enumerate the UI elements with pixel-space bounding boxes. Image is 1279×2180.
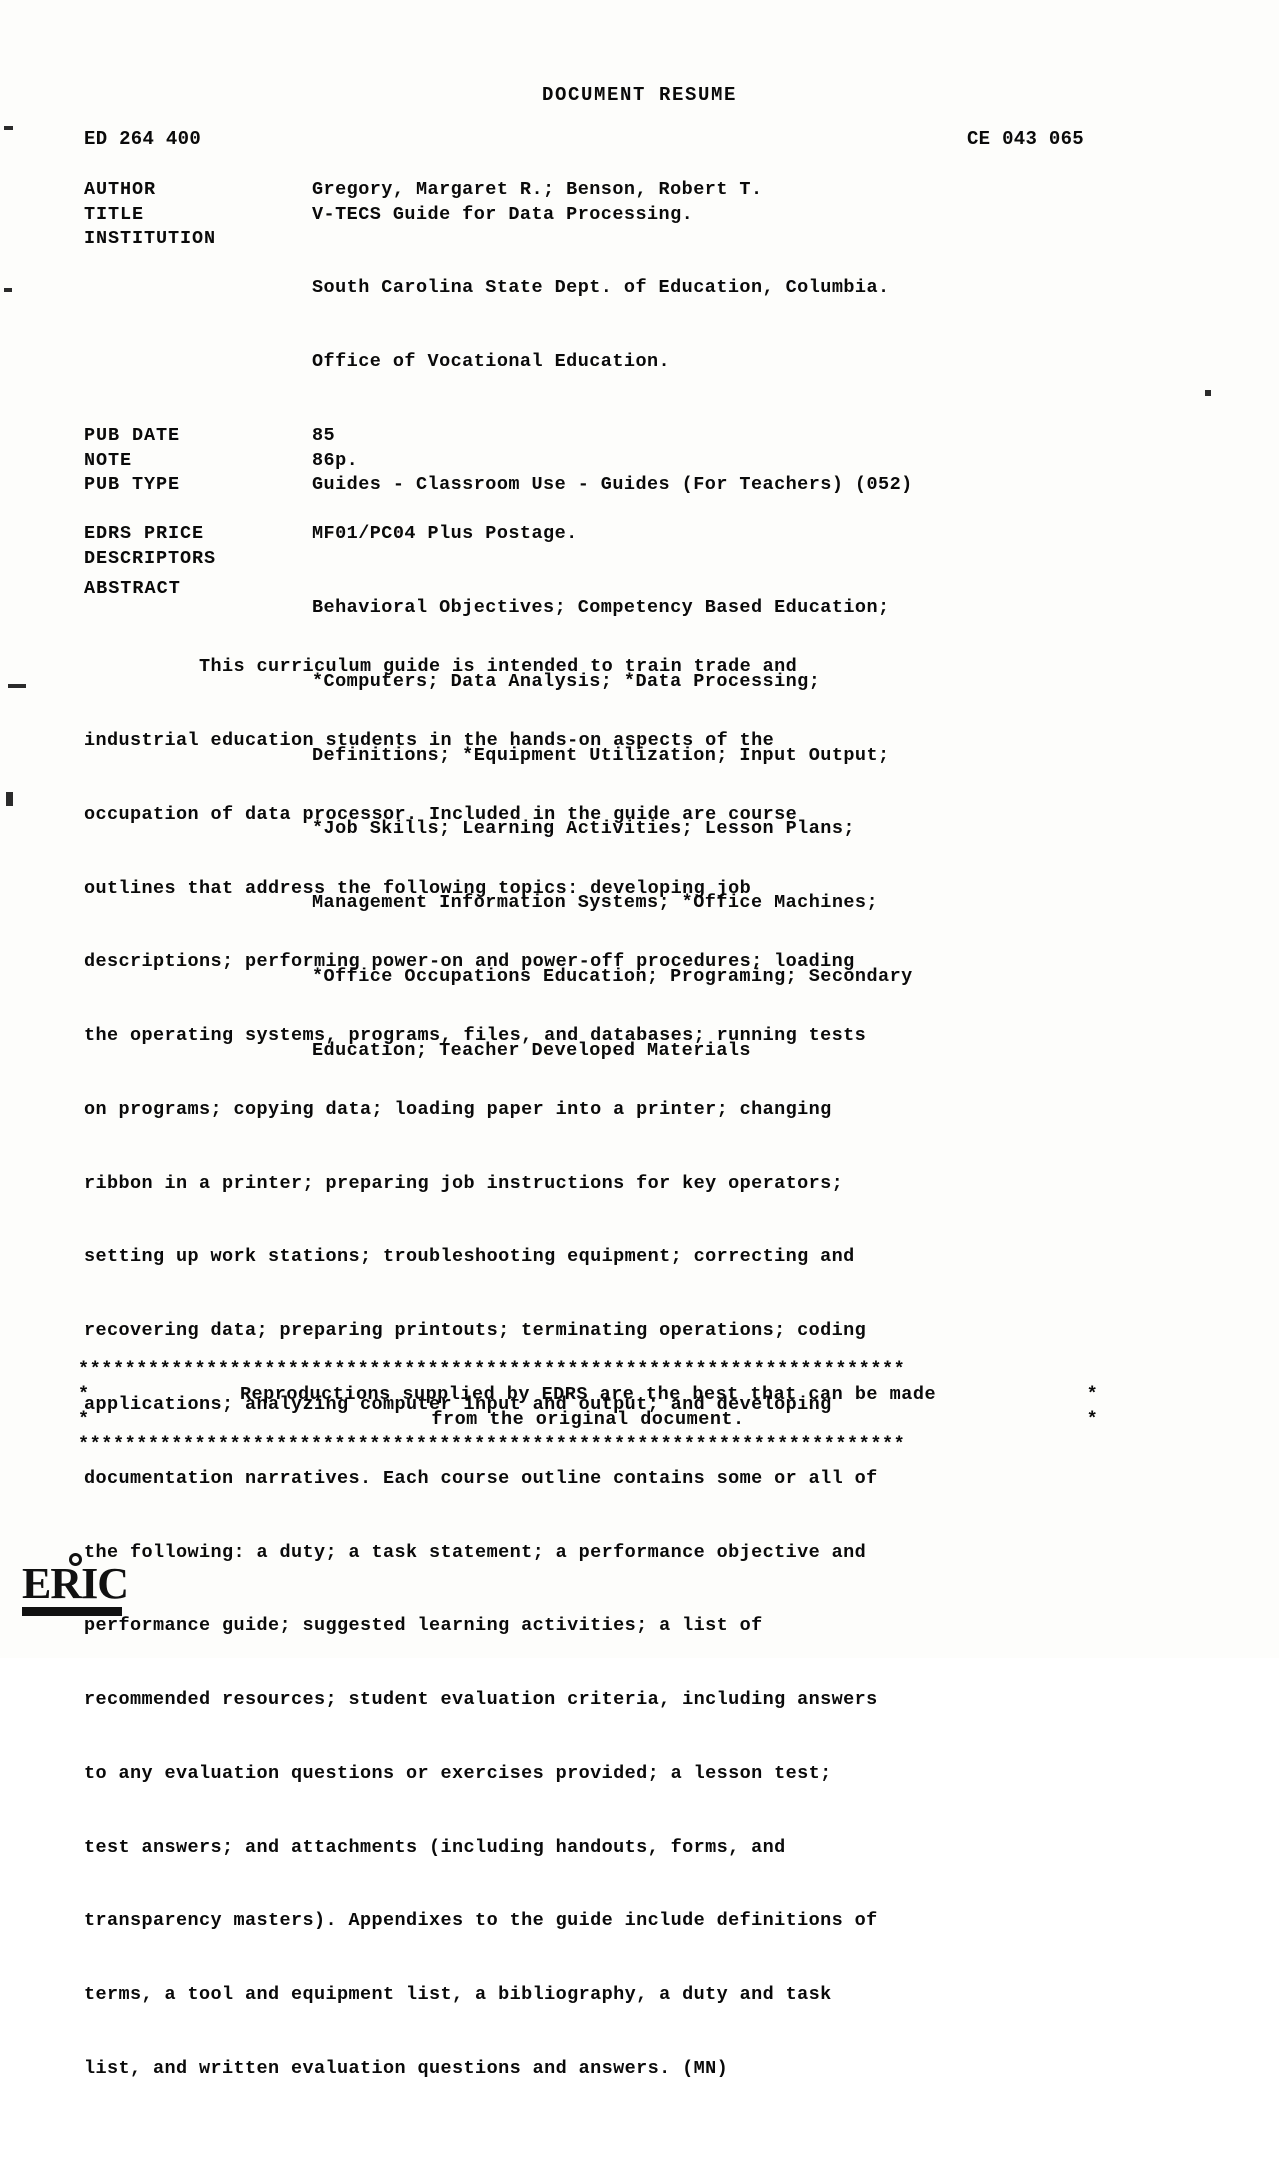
- metadata-value: Guides - Classroom Use - Guides (For Tea…: [312, 474, 913, 496]
- metadata-label: PUB DATE: [84, 424, 181, 446]
- metadata-label: AUTHOR: [84, 179, 157, 200]
- page-title: DOCUMENT RESUME: [541, 84, 738, 106]
- abstract-line: list, and written evaluation questions a…: [84, 2058, 729, 2080]
- abstract-line: ribbon in a printer; preparing job instr…: [84, 1172, 844, 1194]
- scan-artifact: [1205, 390, 1211, 396]
- asterisk-rule-top: ****************************************…: [78, 1359, 906, 1380]
- abstract-line: to any evaluation questions or exercises…: [84, 1762, 832, 1784]
- eric-logo-dot-icon: [69, 1553, 82, 1566]
- abstract-line: on programs; copying data; loading paper…: [84, 1098, 832, 1120]
- footer-text: from the original document.: [431, 1409, 745, 1430]
- asterisk-marker: *: [78, 1409, 90, 1430]
- abstract-line: terms, a tool and equipment list, a bibl…: [84, 1984, 832, 2006]
- footer-line-2: * from the original document. *: [78, 1407, 1098, 1432]
- abstract-line: industrial education students in the han…: [84, 729, 775, 751]
- metadata-value-line: Office of Vocational Education.: [312, 351, 671, 373]
- eric-logo-bar: [22, 1607, 122, 1616]
- metadata-label: DESCRIPTORS: [84, 547, 217, 569]
- metadata-value: South Carolina State Dept. of Education,…: [312, 227, 1094, 424]
- abstract-line: transparency masters). Appendixes to the…: [84, 1910, 878, 1932]
- edrs-footer: ****************************************…: [78, 1357, 1098, 1457]
- eric-logo-wrap: ERIC: [22, 1553, 130, 1616]
- metadata-row-author: AUTHOR Gregory, Margaret R.; Benson, Rob…: [84, 178, 1094, 203]
- abstract-line: performance guide; suggested learning ac…: [84, 1615, 763, 1637]
- metadata-value: MF01/PC04 Plus Postage.: [312, 523, 578, 545]
- abstract-line: test answers; and attachments (including…: [84, 1836, 786, 1858]
- abstract-line: occupation of data processor. Included i…: [84, 803, 798, 825]
- abstract-line: the following: a duty; a task statement;…: [84, 1541, 867, 1563]
- abstract-line: recovering data; preparing printouts; te…: [84, 1320, 867, 1342]
- scan-artifact: [8, 684, 26, 688]
- scan-artifact: [4, 288, 12, 292]
- abstract-line: outlines that address the following topi…: [84, 877, 752, 899]
- metadata-row-pub-date: PUB DATE 85: [84, 424, 1094, 449]
- document-page: DOCUMENT RESUME ED 264 400 CE 043 065 AU…: [0, 0, 1279, 2079]
- abstract-line: the operating systems, programs, files, …: [84, 1025, 867, 1047]
- asterisk-marker: *: [1086, 1384, 1098, 1405]
- abstract-line: recommended resources; student evaluatio…: [84, 1689, 878, 1711]
- ed-number: ED 264 400: [84, 128, 202, 150]
- metadata-label: EDRS PRICE: [84, 523, 205, 545]
- abstract-heading: ABSTRACT: [84, 578, 181, 599]
- asterisk-marker: *: [78, 1384, 90, 1405]
- clearinghouse-number: CE 043 065: [966, 128, 1084, 150]
- document-id-row: ED 264 400 CE 043 065: [84, 128, 1084, 150]
- metadata-label: PUB TYPE: [84, 474, 181, 496]
- abstract-line: documentation narratives. Each course ou…: [84, 1467, 878, 1489]
- abstract-line: descriptions; performing power-on and po…: [84, 951, 855, 973]
- metadata-value-line: South Carolina State Dept. of Education,…: [312, 277, 890, 299]
- scan-artifact: [4, 126, 13, 130]
- metadata-label: NOTE: [84, 449, 133, 471]
- eric-logo: ERIC: [22, 1553, 130, 1638]
- asterisk-rule-bottom: ****************************************…: [78, 1434, 906, 1455]
- footer-line-1: * Reproductions supplied by EDRS are the…: [78, 1382, 1098, 1407]
- abstract-line: This curriculum guide is intended to tra…: [84, 656, 798, 678]
- metadata-row-title: TITLE V-TECS Guide for Data Processing.: [84, 203, 1094, 228]
- metadata-row-pub-type: PUB TYPE Guides - Classroom Use - Guides…: [84, 473, 1094, 498]
- eric-logo-text: ERIC: [22, 1559, 129, 1608]
- metadata-row-edrs-price: EDRS PRICE MF01/PC04 Plus Postage.: [84, 522, 1094, 547]
- abstract-line: setting up work stations; troubleshootin…: [84, 1246, 855, 1268]
- metadata-label: INSTITUTION: [84, 228, 217, 250]
- metadata-value: Gregory, Margaret R.; Benson, Robert T.: [312, 179, 763, 200]
- footer-text: Reproductions supplied by EDRS are the b…: [239, 1384, 937, 1405]
- metadata-row-note: NOTE 86p.: [84, 449, 1094, 474]
- metadata-value: 85: [312, 424, 336, 446]
- scan-artifact: [6, 792, 13, 806]
- metadata-row-institution: INSTITUTION South Carolina State Dept. o…: [84, 227, 1094, 424]
- asterisk-marker: *: [1086, 1409, 1098, 1430]
- metadata-value: 86p.: [312, 449, 359, 471]
- metadata-spacer: [84, 498, 1094, 523]
- metadata-label: TITLE: [84, 203, 145, 225]
- metadata-value: V-TECS Guide for Data Processing.: [312, 203, 694, 225]
